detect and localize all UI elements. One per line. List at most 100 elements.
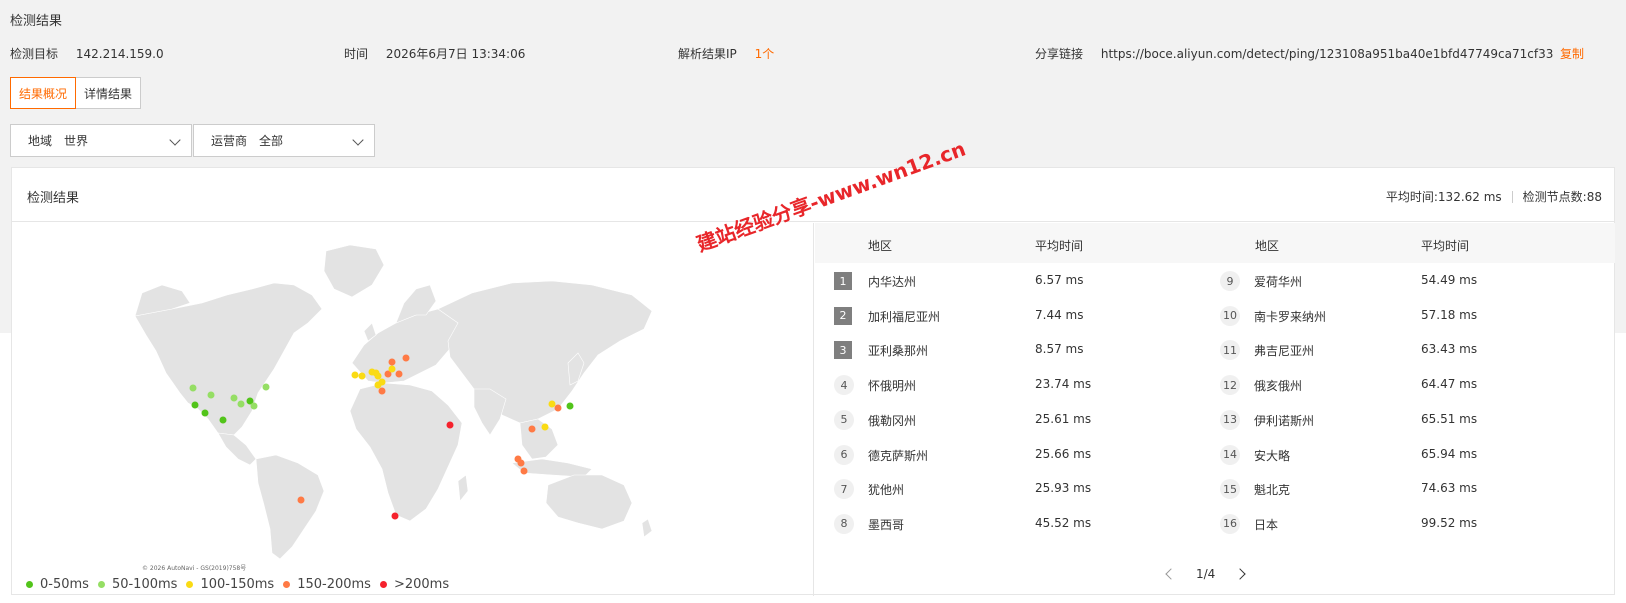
next-page-button[interactable] xyxy=(1229,563,1251,585)
region-cell: 怀俄明州 xyxy=(868,379,917,394)
region-cell: 安大略 xyxy=(1254,448,1291,463)
node-marker[interactable] xyxy=(517,459,525,467)
rank-badge: 5 xyxy=(834,409,854,430)
avg-cell: 6.57 ms xyxy=(1035,273,1084,287)
table-row: 4 怀俄明州 23.74 ms xyxy=(815,367,1215,403)
node-marker[interactable] xyxy=(372,369,380,377)
prev-page-button[interactable] xyxy=(1160,563,1182,585)
share-info: 分享链接 https://boce.aliyun.com/detect/ping… xyxy=(1035,45,1553,62)
legend-label: 50-100ms xyxy=(111,577,178,592)
table-row: 5 俄勒冈州 25.61 ms xyxy=(815,402,1215,438)
avg-cell: 25.61 ms xyxy=(1035,411,1092,426)
node-marker[interactable] xyxy=(528,425,536,433)
node-marker[interactable] xyxy=(391,512,399,520)
avg-cell: 7.44 ms xyxy=(1035,307,1084,322)
table-row: 9 爱荷华州 54.49 ms xyxy=(1201,263,1601,299)
region-select-value: 世界 xyxy=(64,134,89,148)
node-marker[interactable] xyxy=(219,416,227,424)
node-marker[interactable] xyxy=(230,394,238,402)
rank-badge: 7 xyxy=(834,479,854,500)
table-row: 15 魁北克 74.63 ms xyxy=(1201,471,1601,507)
node-marker[interactable] xyxy=(189,384,197,392)
copy-button[interactable]: 复制 xyxy=(1560,45,1584,62)
node-marker[interactable] xyxy=(446,421,454,429)
table-row: 14 安大略 65.94 ms xyxy=(1201,437,1601,473)
isp-select-label: 运营商 xyxy=(211,134,248,148)
node-marker[interactable] xyxy=(351,371,359,379)
card-title: 检测结果 xyxy=(27,191,80,206)
legend-item-over-200[interactable]: >200ms xyxy=(379,577,449,592)
node-marker[interactable] xyxy=(358,372,366,380)
table-row: 13 伊利诺斯州 65.51 ms xyxy=(1201,402,1601,438)
node-marker[interactable] xyxy=(388,358,396,366)
avg-cell: 45.52 ms xyxy=(1035,515,1092,530)
isp-select[interactable]: 运营商 全部 xyxy=(193,124,375,157)
rank-badge: 16 xyxy=(1220,513,1240,534)
legend-item-50-100[interactable]: 50-100ms xyxy=(97,577,178,592)
rank-badge: 8 xyxy=(834,513,854,534)
node-marker[interactable] xyxy=(520,467,528,475)
legend-item-150-200[interactable]: 150-200ms xyxy=(283,577,371,592)
node-marker[interactable] xyxy=(388,365,396,373)
card-stats: 平均时间:132.62 ms 检测节点数:88 xyxy=(1386,188,1602,205)
node-marker[interactable] xyxy=(207,391,215,399)
node-marker[interactable] xyxy=(237,400,245,408)
avg-cell: 65.94 ms xyxy=(1421,446,1478,461)
node-marker[interactable] xyxy=(374,381,382,389)
table-row: 3 亚利桑那州 8.57 ms xyxy=(815,332,1215,368)
avg-cell: 64.47 ms xyxy=(1421,377,1478,392)
header-avg-2: 平均时间 xyxy=(1421,239,1470,253)
isp-select-value: 全部 xyxy=(259,134,284,148)
node-marker[interactable] xyxy=(402,354,410,362)
filters: 地域 世界 运营商 全部 xyxy=(10,124,375,157)
region-cell: 俄亥俄州 xyxy=(1254,379,1303,394)
tab-overview[interactable]: 结果概况 xyxy=(10,77,77,109)
node-marker[interactable] xyxy=(395,370,403,378)
node-marker[interactable] xyxy=(297,496,305,504)
region-cell: 伊利诺斯州 xyxy=(1254,413,1315,428)
avg-cell: 23.74 ms xyxy=(1035,377,1092,392)
ip-count-link[interactable]: 1个 xyxy=(755,47,775,61)
node-marker[interactable] xyxy=(566,402,574,410)
rank-badge: 14 xyxy=(1220,444,1240,465)
chevron-left-icon xyxy=(1165,568,1177,580)
legend-label: 150-200ms xyxy=(297,577,371,592)
world-map[interactable]: © 2026 AutoNavi - GS(2019)758号 0-50ms 50… xyxy=(12,223,814,596)
region-select[interactable]: 地域 世界 xyxy=(10,124,192,157)
avg-time-stat: 平均时间:132.62 ms xyxy=(1385,190,1502,204)
avg-cell: 25.66 ms xyxy=(1035,446,1092,461)
ip-label: 解析结果IP xyxy=(678,47,737,61)
region-cell: 加利福尼亚州 xyxy=(868,309,941,324)
node-marker[interactable] xyxy=(378,387,386,395)
avg-cell: 8.57 ms xyxy=(1035,342,1084,357)
node-marker[interactable] xyxy=(541,423,549,431)
legend-item-0-50[interactable]: 0-50ms xyxy=(26,577,89,592)
rank-badge: 1 xyxy=(834,272,852,290)
avg-cell: 54.49 ms xyxy=(1421,273,1478,287)
tab-details[interactable]: 详情结果 xyxy=(76,77,142,109)
region-cell: 犹他州 xyxy=(868,483,905,498)
node-marker[interactable] xyxy=(250,402,258,410)
ip-info: 解析结果IP 1个 xyxy=(678,45,774,62)
rank-badge: 6 xyxy=(834,444,854,465)
share-link[interactable]: https://boce.aliyun.com/detect/ping/1231… xyxy=(1101,47,1554,61)
node-marker[interactable] xyxy=(548,400,556,408)
legend-item-100-150[interactable]: 100-150ms xyxy=(186,577,274,592)
rank-badge: 4 xyxy=(834,375,854,396)
node-marker[interactable] xyxy=(262,383,270,391)
region-cell: 德克萨斯州 xyxy=(868,448,929,463)
region-cell: 爱荷华州 xyxy=(1254,275,1303,289)
region-cell: 俄勒冈州 xyxy=(868,413,917,428)
page-indicator: 1/4 xyxy=(1196,567,1216,581)
node-marker[interactable] xyxy=(201,409,209,417)
region-cell: 内华达州 xyxy=(868,275,917,289)
region-cell: 墨西哥 xyxy=(868,517,905,532)
avg-cell: 65.51 ms xyxy=(1421,411,1478,426)
avg-cell: 74.63 ms xyxy=(1421,481,1478,496)
node-marker[interactable] xyxy=(554,404,562,412)
legend-dot xyxy=(379,581,387,588)
node-marker[interactable] xyxy=(191,401,199,409)
ranking-table: 地区 平均时间 地区 平均时间 1 内华达州 6.57 ms 2 加利福尼亚州 7.44 … xyxy=(815,223,1615,596)
rank-badge: 9 xyxy=(1220,271,1240,291)
legend-dot xyxy=(283,581,291,588)
